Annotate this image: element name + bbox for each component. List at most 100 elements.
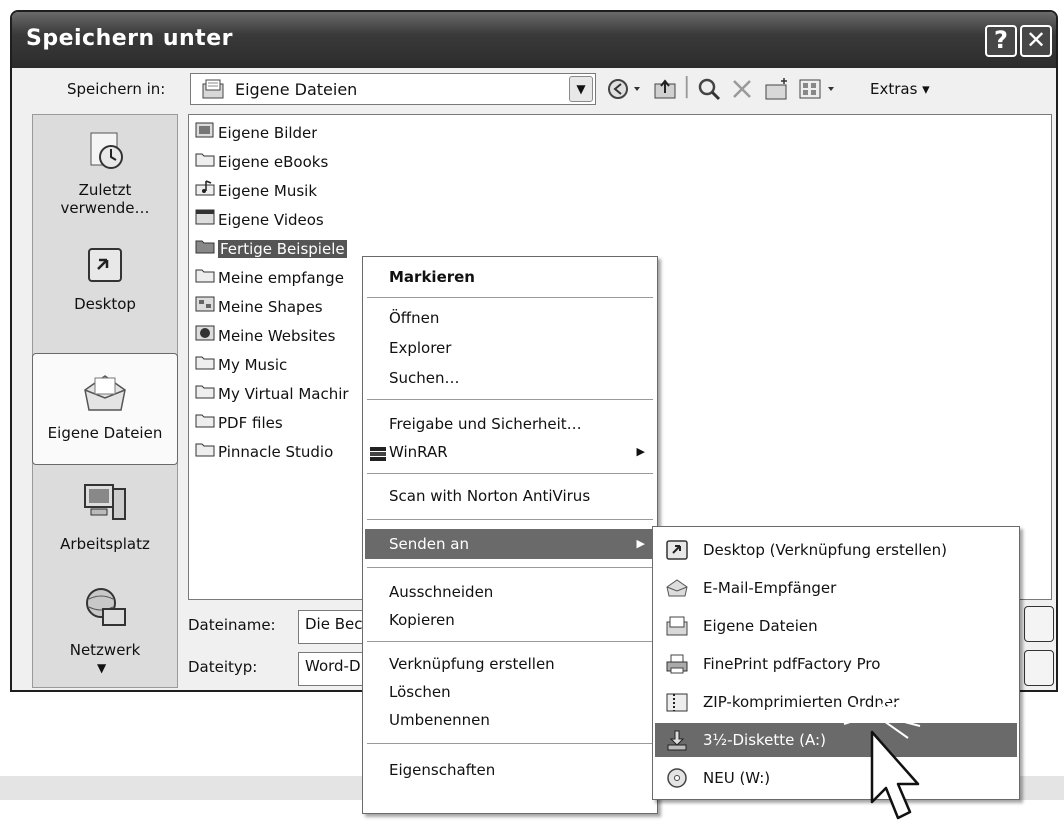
- menu-separator: [367, 743, 653, 744]
- save-button[interactable]: [1024, 606, 1054, 642]
- place-my-documents[interactable]: Eigene Dateien: [32, 353, 178, 465]
- scroll-down-icon[interactable]: ▼: [97, 661, 106, 675]
- list-item[interactable]: Meine empfange: [195, 266, 365, 290]
- place-my-computer[interactable]: Arbeitsplatz: [33, 479, 177, 553]
- websites-folder-icon: [195, 324, 215, 348]
- send-to-label: E-Mail-Empfänger: [703, 579, 837, 597]
- list-item[interactable]: My Virtual Machir: [195, 382, 365, 406]
- music-folder-icon: [195, 179, 215, 203]
- send-to-label: FinePrint pdfFactory Pro: [703, 655, 881, 673]
- save-in-label: Speichern in:: [67, 80, 166, 98]
- place-network[interactable]: Netzwerk: [33, 585, 177, 659]
- menu-item-label: WinRAR: [389, 443, 448, 461]
- menu-item-explorer[interactable]: Explorer: [365, 335, 655, 361]
- send-to-label: NEU (W:): [703, 769, 771, 787]
- search-web-icon[interactable]: [696, 76, 722, 102]
- list-item[interactable]: Pinnacle Studio: [195, 440, 333, 464]
- my-documents-icon: [33, 368, 177, 420]
- filename-label: Dateiname:: [188, 616, 276, 634]
- recent-icon: [33, 129, 177, 177]
- back-icon[interactable]: [606, 76, 646, 102]
- menu-item-label: Senden an: [389, 535, 469, 553]
- place-label: Zuletzt verwende…: [60, 181, 150, 217]
- place-label: Desktop: [74, 295, 136, 313]
- help-button[interactable]: ?: [985, 25, 1017, 57]
- extras-menu[interactable]: Extras ▾: [870, 80, 930, 98]
- desktop-shortcut-icon: [665, 539, 689, 573]
- network-icon: [33, 585, 177, 637]
- send-to-label: Eigene Dateien: [703, 617, 818, 635]
- menu-separator: [367, 641, 653, 642]
- zip-folder-icon: [665, 691, 689, 725]
- places-bar: Zuletzt verwende… Desktop Eigene Dateien…: [32, 114, 178, 688]
- send-to-pdffactory[interactable]: FinePrint pdfFactory Pro: [655, 647, 1017, 681]
- list-item[interactable]: Eigene Videos: [195, 208, 324, 232]
- dialog-title: Speichern unter: [26, 26, 233, 51]
- list-item[interactable]: Eigene Musik: [195, 179, 317, 203]
- menu-item-properties[interactable]: Eigenschaften: [365, 757, 655, 783]
- close-button[interactable]: ✕: [1020, 25, 1052, 57]
- send-to-label: Desktop (Verknüpfung erstellen): [703, 541, 948, 559]
- menu-item-delete[interactable]: Löschen: [365, 679, 655, 705]
- filetype-label: Dateityp:: [188, 658, 258, 676]
- list-item[interactable]: Meine Shapes: [195, 295, 323, 319]
- toolbar-divider: |: [683, 74, 691, 99]
- delete-icon[interactable]: [730, 76, 754, 102]
- list-item[interactable]: Eigene eBooks: [195, 150, 328, 174]
- place-label: Eigene Dateien: [47, 424, 163, 442]
- place-desktop[interactable]: Desktop: [33, 243, 177, 313]
- submenu-arrow-icon: ▶: [636, 537, 645, 550]
- menu-item-copy[interactable]: Kopieren: [365, 607, 655, 633]
- printer-icon: [665, 653, 689, 687]
- menu-item-norton[interactable]: Scan with Norton AntiVirus: [365, 483, 655, 509]
- menu-item-sharing[interactable]: Freigabe und Sicherheit…: [365, 411, 655, 437]
- menu-separator: [367, 567, 653, 568]
- winrar-icon: [369, 444, 387, 470]
- folder-icon: [195, 266, 215, 290]
- save-in-dropdown[interactable]: Eigene Dateien ▼: [190, 73, 596, 105]
- send-to-desktop[interactable]: Desktop (Verknüpfung erstellen): [655, 533, 1017, 567]
- view-menu-icon[interactable]: [798, 76, 842, 102]
- menu-item-create-shortcut[interactable]: Verknüpfung erstellen: [365, 651, 655, 677]
- cancel-button[interactable]: [1024, 650, 1054, 686]
- title-bar[interactable]: Speichern unter ? ✕: [12, 12, 1056, 68]
- place-label: Netzwerk: [69, 641, 141, 659]
- send-to-mail[interactable]: E-Mail-Empfänger: [655, 571, 1017, 605]
- shapes-folder-icon: [195, 295, 215, 319]
- menu-item-cut[interactable]: Ausschneiden: [365, 579, 655, 605]
- send-to-label: 3½-Diskette (A:): [703, 731, 826, 749]
- menu-separator: [367, 297, 653, 298]
- my-documents-icon: [201, 78, 225, 104]
- menu-separator: [367, 473, 653, 474]
- list-item[interactable]: My Music: [195, 353, 287, 377]
- video-folder-icon: [195, 208, 215, 232]
- submenu-arrow-icon: ▶: [636, 445, 645, 458]
- new-folder-icon[interactable]: [764, 76, 790, 102]
- folder-icon: [195, 150, 215, 174]
- folder-icon: [195, 353, 215, 377]
- folder-icon: [195, 440, 215, 464]
- folder-icon: [195, 237, 215, 261]
- desktop-icon: [33, 243, 177, 291]
- menu-item-search[interactable]: Suchen…: [365, 365, 655, 391]
- mail-icon: [665, 577, 689, 611]
- place-recent[interactable]: Zuletzt verwende…: [33, 129, 177, 217]
- up-folder-icon[interactable]: [652, 76, 678, 102]
- list-item[interactable]: Meine Websites: [195, 324, 335, 348]
- menu-item-markieren[interactable]: Markieren: [365, 261, 655, 293]
- menu-item-rename[interactable]: Umbenennen: [365, 707, 655, 733]
- menu-item-open[interactable]: Öffnen: [365, 305, 655, 331]
- cd-drive-icon: [665, 767, 689, 801]
- pictures-folder-icon: [195, 121, 215, 145]
- place-label: Arbeitsplatz: [60, 535, 150, 553]
- list-item-selected[interactable]: Fertige Beispiele: [195, 237, 347, 261]
- send-to-my-documents[interactable]: Eigene Dateien: [655, 609, 1017, 643]
- chevron-down-icon[interactable]: ▼: [569, 76, 593, 102]
- menu-item-send-to[interactable]: Senden an ▶: [365, 529, 655, 559]
- menu-separator: [367, 399, 653, 400]
- list-item[interactable]: PDF files: [195, 411, 283, 435]
- menu-item-winrar[interactable]: WinRAR ▶: [365, 439, 655, 465]
- floppy-icon: [665, 729, 689, 763]
- mouse-cursor-icon: [843, 688, 921, 820]
- list-item[interactable]: Eigene Bilder: [195, 121, 317, 145]
